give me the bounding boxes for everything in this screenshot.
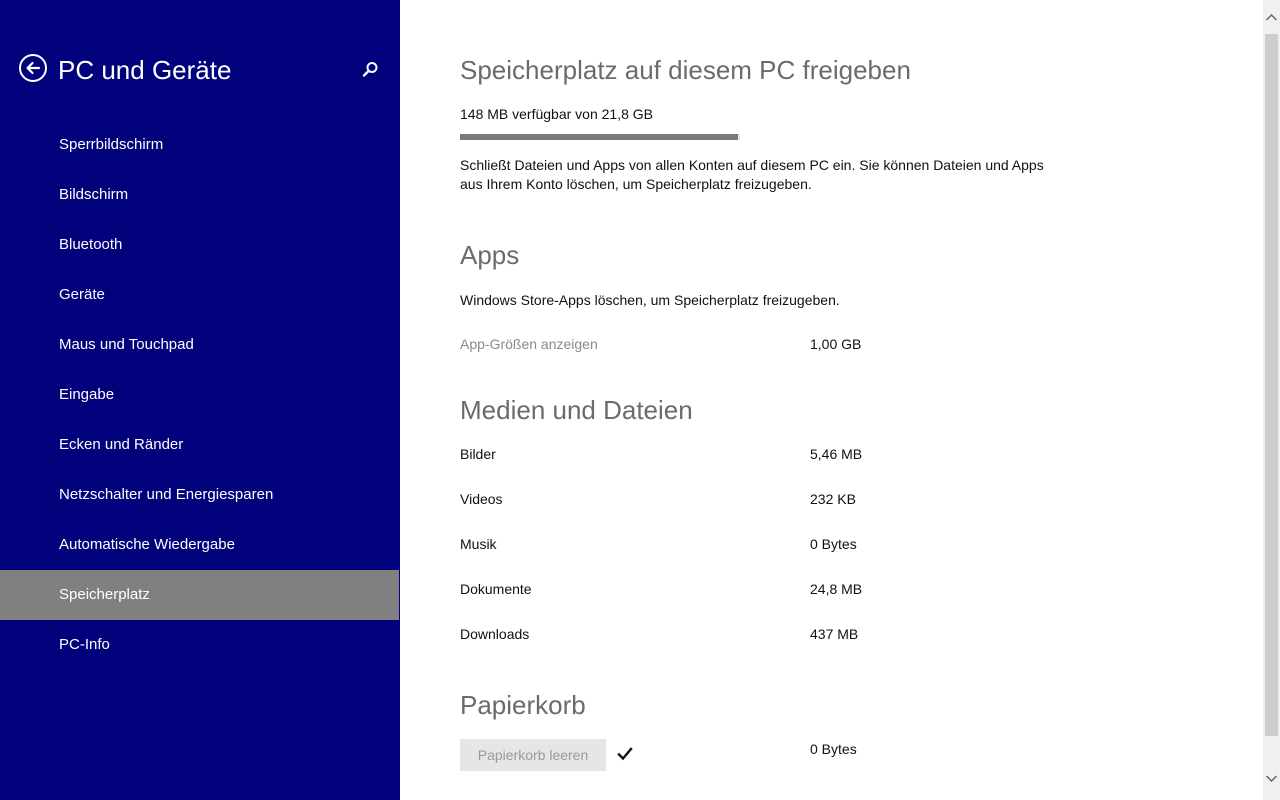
storage-usage-bar bbox=[460, 134, 740, 140]
media-row-label: Musik bbox=[460, 536, 497, 552]
sidebar-item-speicherplatz[interactable]: Speicherplatz bbox=[0, 570, 399, 620]
page-title: Speicherplatz auf diesem PC freigeben bbox=[460, 55, 911, 85]
media-row-value: 437 MB bbox=[810, 626, 859, 642]
media-row-value: 5,46 MB bbox=[810, 446, 863, 462]
scroll-up-button[interactable] bbox=[1263, 0, 1280, 34]
empty-recycle-bin-button[interactable]: Papierkorb leeren bbox=[460, 739, 606, 771]
settings-window: PC und Geräte Sperrbildschirm Bildschirm… bbox=[0, 0, 1280, 800]
show-app-sizes-link[interactable]: App-Größen anzeigen bbox=[460, 336, 598, 352]
sidebar-item-ecken-und-raender[interactable]: Ecken und Ränder bbox=[0, 420, 399, 470]
sidebar-item-netzschalter[interactable]: Netzschalter und Energiesparen bbox=[0, 470, 399, 520]
sidebar-item-eingabe[interactable]: Eingabe bbox=[0, 370, 399, 420]
sidebar-item-pc-info[interactable]: PC-Info bbox=[0, 620, 399, 670]
back-arrow-icon bbox=[26, 61, 41, 75]
recycle-bin-heading: Papierkorb bbox=[460, 690, 586, 720]
recycle-bin-size-value: 0 Bytes bbox=[810, 741, 857, 757]
media-row-value: 232 KB bbox=[810, 491, 856, 507]
media-row-videos: Videos 232 KB bbox=[460, 491, 960, 511]
sidebar-nav: Sperrbildschirm Bildschirm Bluetooth Ger… bbox=[0, 120, 400, 670]
apps-heading: Apps bbox=[460, 240, 520, 270]
media-row-bilder: Bilder 5,46 MB bbox=[460, 446, 960, 466]
back-button[interactable] bbox=[19, 54, 47, 82]
main-content: Speicherplatz auf diesem PC freigeben 14… bbox=[460, 0, 1260, 800]
checkmark-icon bbox=[617, 747, 633, 761]
sidebar-item-bluetooth[interactable]: Bluetooth bbox=[0, 220, 399, 270]
scroll-up-arrow-icon bbox=[1266, 14, 1277, 21]
vertical-scrollbar[interactable] bbox=[1263, 0, 1280, 800]
media-row-label: Videos bbox=[460, 491, 503, 507]
scroll-down-button[interactable] bbox=[1263, 766, 1280, 800]
media-row-musik: Musik 0 Bytes bbox=[460, 536, 960, 556]
media-row-value: 0 Bytes bbox=[810, 536, 857, 552]
sidebar-item-geraete[interactable]: Geräte bbox=[0, 270, 399, 320]
storage-description: Schließt Dateien und Apps von allen Kont… bbox=[460, 157, 1044, 192]
sidebar-title: PC und Geräte bbox=[58, 55, 232, 85]
media-row-label: Dokumente bbox=[460, 581, 532, 597]
sidebar: PC und Geräte Sperrbildschirm Bildschirm… bbox=[0, 0, 400, 800]
media-row-label: Downloads bbox=[460, 626, 530, 642]
media-files-heading: Medien und Dateien bbox=[460, 395, 693, 425]
media-row-value: 24,8 MB bbox=[810, 581, 863, 597]
search-icon bbox=[362, 62, 378, 77]
media-row-label: Bilder bbox=[460, 446, 496, 462]
sidebar-item-maus-und-touchpad[interactable]: Maus und Touchpad bbox=[0, 320, 399, 370]
storage-summary: 148 MB verfügbar von 21,8 GB bbox=[460, 106, 653, 122]
scroll-down-arrow-icon bbox=[1266, 775, 1277, 782]
scroll-thumb[interactable] bbox=[1265, 34, 1278, 736]
sidebar-item-sperrbildschirm[interactable]: Sperrbildschirm bbox=[0, 120, 399, 170]
media-row-downloads: Downloads 437 MB bbox=[460, 626, 960, 646]
storage-usage-fill bbox=[460, 134, 739, 140]
media-row-dokumente: Dokumente 24,8 MB bbox=[460, 581, 960, 601]
search-button[interactable] bbox=[360, 60, 380, 80]
apps-description: Windows Store-Apps löschen, um Speicherp… bbox=[460, 292, 840, 308]
sidebar-item-bildschirm[interactable]: Bildschirm bbox=[0, 170, 399, 220]
apps-size-value: 1,00 GB bbox=[810, 336, 862, 352]
sidebar-item-automatische-wiedergabe[interactable]: Automatische Wiedergabe bbox=[0, 520, 399, 570]
